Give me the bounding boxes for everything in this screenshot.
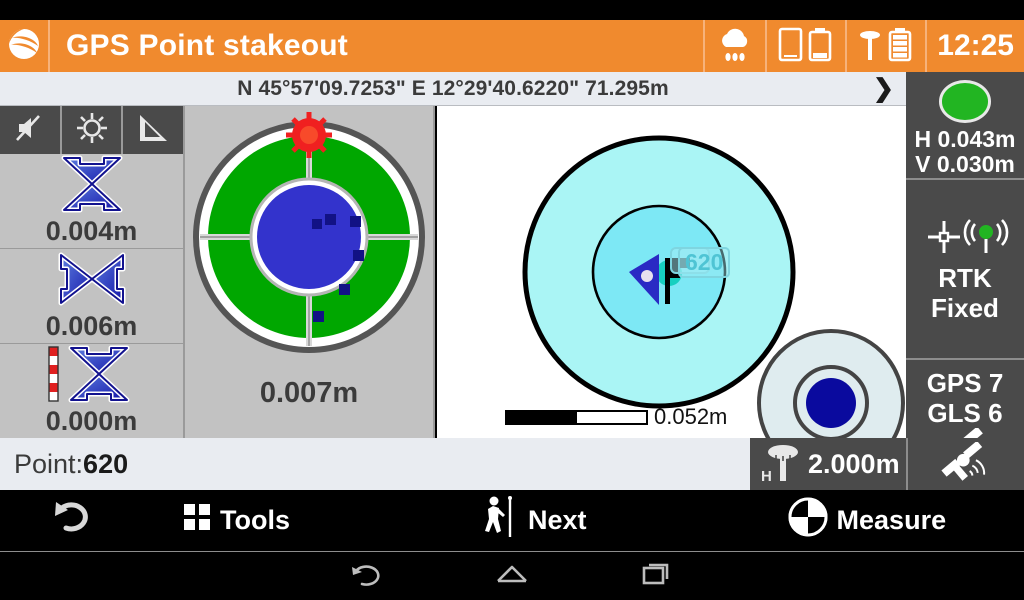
status-receiver-battery-cell[interactable] [845, 20, 925, 72]
glonass-count: GLS 6 [927, 397, 1003, 428]
antenna-height-value: 2.000m [808, 448, 900, 479]
position-inset-graphic [757, 329, 905, 438]
delta-panel: 0.004m 0.006m 0.000m [0, 106, 183, 439]
next-label: Next [528, 505, 587, 535]
page-title: GPS Point stakeout [66, 29, 348, 62]
delta-east-value: 0.006m [45, 311, 138, 341]
coordinate-bar[interactable]: N 45°57'09.7253" E 12°29'40.6220" 71.295… [0, 72, 906, 106]
point-info: Point:620 [0, 449, 128, 480]
triangle-ruler-icon [135, 112, 171, 149]
globe-logo-icon [5, 25, 43, 68]
delta-row-east[interactable]: 0.006m [0, 249, 183, 344]
coordinate-text: N 45°57'09.7253" E 12°29'40.6220" 71.295… [237, 76, 669, 100]
ruler-button[interactable] [123, 106, 183, 154]
action-bar: Tools Next Measure [0, 490, 1024, 552]
rtk-section[interactable]: RTK Fixed [906, 180, 1024, 360]
status-rain-cell[interactable] [703, 20, 765, 72]
point-bar: Point:620 H 2.000m [0, 438, 1024, 490]
brightness-button[interactable] [62, 106, 124, 154]
delta-north-value: 0.004m [45, 216, 138, 246]
map-point-label: 620 [678, 247, 731, 278]
status-sidebar: H 0.043m V 0.030m RTK Fixed GPS 7 GLS 6 [906, 72, 1024, 490]
rtk-line1: RTK [938, 262, 992, 293]
next-button[interactable]: Next [480, 495, 587, 546]
android-nav-bar [0, 552, 1024, 600]
delta-row-height[interactable]: 0.000m [0, 344, 183, 439]
map-scale: 0.052m [505, 404, 727, 430]
tablet-battery-icon [777, 24, 835, 69]
target-panel[interactable]: 0.007m [183, 106, 435, 438]
android-recents-icon[interactable] [640, 559, 674, 594]
back-button[interactable] [52, 498, 94, 543]
map-graphic [522, 135, 905, 438]
scale-text: 0.052m [654, 404, 728, 429]
app-root: GPS Point stakeout 12:25 N 45°57'09.7253… [0, 0, 1024, 600]
delta-row-north[interactable]: 0.004m [0, 154, 183, 249]
accuracy-vertical: V 0.030m [915, 151, 1015, 178]
map-panel[interactable]: 620 0.052m [437, 106, 906, 438]
tools-label: Tools [220, 505, 290, 535]
measure-circle-icon [787, 496, 829, 545]
stakeout-target-graphic [189, 106, 429, 373]
sound-mute-button[interactable] [0, 106, 62, 154]
antenna-height-box[interactable]: H 2.000m [750, 438, 906, 490]
rain-cloud-icon [715, 24, 755, 69]
clock: 12:25 [925, 20, 1024, 72]
antenna-height-icon: H [758, 439, 804, 490]
arrows-vertical-converge-icon [44, 155, 140, 218]
walking-person-icon [480, 495, 520, 546]
grid-tools-icon [182, 502, 212, 539]
tools-button[interactable]: Tools [182, 502, 290, 539]
speaker-muted-icon [13, 113, 47, 148]
satellite-icon [938, 440, 994, 487]
rtk-antenna-icon [920, 215, 1010, 264]
arrows-horizontal-converge-icon [44, 250, 140, 313]
quick-tool-row [0, 106, 183, 154]
app-logo-button[interactable] [0, 20, 50, 72]
gps-count: GPS 7 [926, 367, 1004, 398]
target-distance-value: 0.007m [259, 377, 359, 409]
android-home-icon[interactable] [494, 559, 530, 594]
green-status-dot-icon [939, 80, 991, 123]
chevron-right-icon[interactable]: ❯ [873, 76, 894, 101]
brightness-sun-icon [75, 111, 109, 150]
back-arrow-icon [52, 498, 94, 543]
accuracy-section[interactable]: H 0.043m V 0.030m [906, 72, 1024, 180]
title-bar: GPS Point stakeout 12:25 [0, 20, 1024, 72]
receiver-battery-icon [857, 24, 915, 69]
delta-height-value: 0.000m [45, 406, 138, 436]
scale-bar-graphic [505, 409, 648, 425]
accuracy-horizontal: H 0.043m [914, 125, 1016, 152]
svg-text:H: H [761, 468, 772, 485]
point-label: Point: [14, 448, 84, 479]
measure-button[interactable]: Measure [787, 496, 947, 545]
satellite-status-button[interactable] [906, 438, 1024, 490]
android-back-icon[interactable] [350, 559, 384, 594]
measure-label: Measure [836, 505, 947, 535]
point-value: 620 [83, 448, 129, 479]
arrows-vertical-pole-icon [37, 345, 147, 408]
status-tablet-battery-cell[interactable] [765, 20, 845, 72]
rtk-line2: Fixed [931, 292, 999, 323]
